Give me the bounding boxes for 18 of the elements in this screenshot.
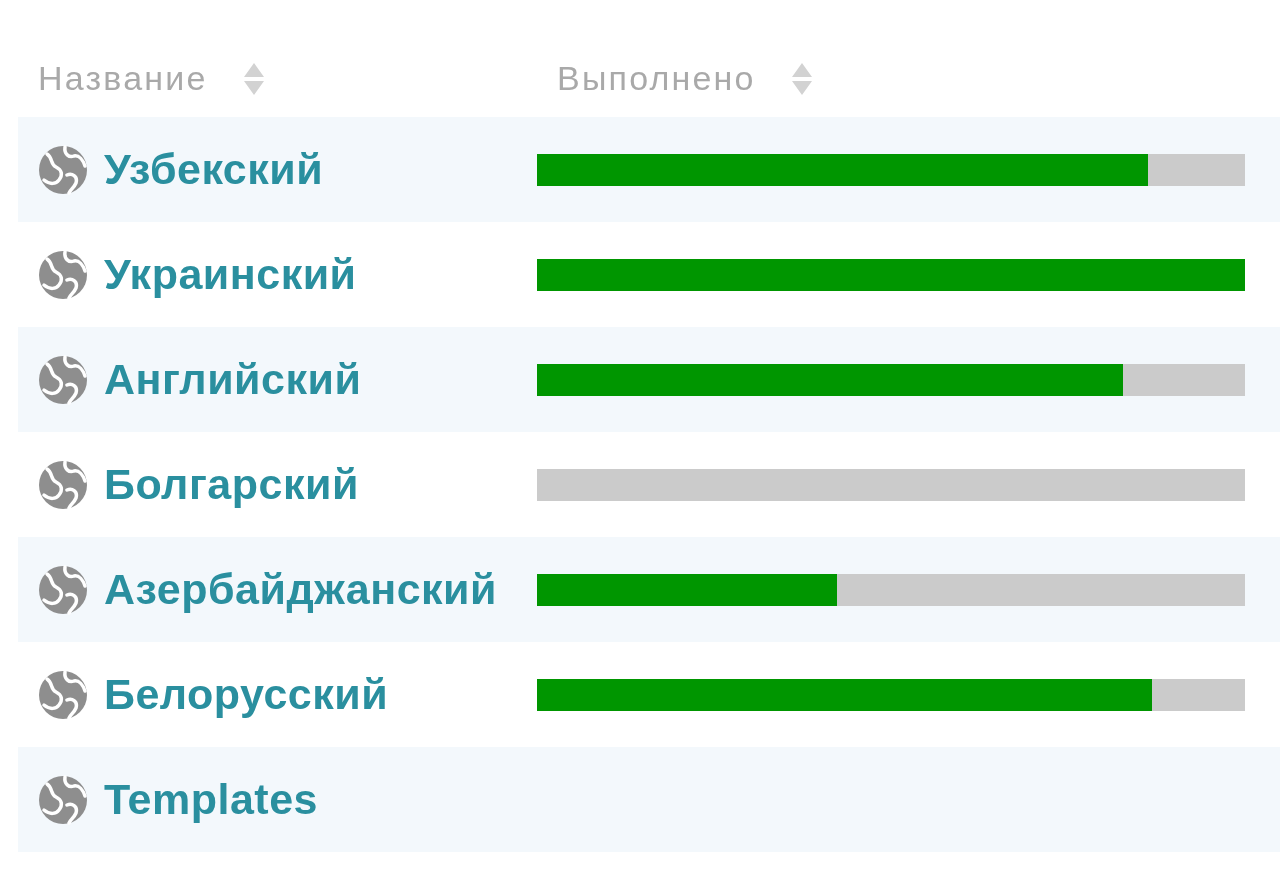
globe-icon bbox=[38, 669, 88, 720]
language-link[interactable]: Белорусский bbox=[104, 670, 389, 719]
column-header[interactable]: Название bbox=[38, 59, 208, 98]
globe-icon bbox=[38, 564, 88, 615]
globe-icon bbox=[38, 144, 88, 195]
language-link[interactable]: Templates bbox=[104, 775, 318, 824]
globe-icon bbox=[38, 354, 88, 405]
language-link[interactable]: Узбекский bbox=[104, 145, 324, 194]
language-link[interactable]: Украинский bbox=[104, 250, 357, 299]
globe-icon bbox=[38, 774, 88, 825]
sort-icon[interactable] bbox=[791, 62, 812, 95]
language-link[interactable]: Азербайджанский bbox=[104, 565, 497, 614]
language-link[interactable]: Болгарский bbox=[104, 460, 359, 509]
globe-icon bbox=[38, 249, 88, 300]
sort-icon[interactable] bbox=[243, 62, 264, 95]
column-header[interactable]: Выполнено bbox=[557, 59, 756, 98]
globe-icon bbox=[38, 459, 88, 510]
language-link[interactable]: Английский bbox=[104, 355, 362, 404]
